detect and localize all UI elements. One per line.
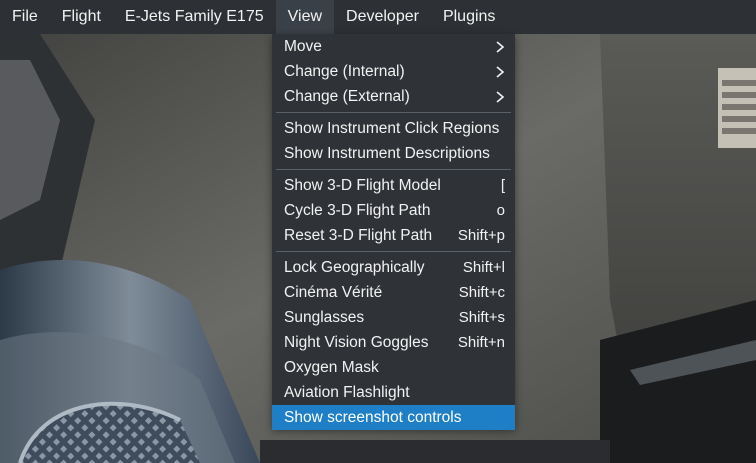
menu-item-label: Reset 3-D Flight Path xyxy=(284,227,433,244)
menu-item-move[interactable]: Move xyxy=(272,34,515,59)
menu-separator xyxy=(276,251,511,252)
menu-group-flight-model: Show 3-D Flight Model [ Cycle 3-D Flight… xyxy=(272,173,515,248)
menu-item-label: Oxygen Mask xyxy=(284,359,379,376)
menu-item-label: Night Vision Goggles xyxy=(284,334,429,351)
menu-item-shortcut: Shift+c xyxy=(458,284,505,301)
menu-item-shortcut: o xyxy=(496,202,505,219)
menu-item-shortcut: Shift+p xyxy=(457,227,505,244)
menu-item-label: Sunglasses xyxy=(284,309,365,326)
simulator-screen: File Flight E-Jets Family E175 View Deve… xyxy=(0,0,756,463)
menu-item-reset-flight-path[interactable]: Reset 3-D Flight Path Shift+p xyxy=(272,223,515,248)
menu-item-sunglasses[interactable]: Sunglasses Shift+s xyxy=(272,305,515,330)
menu-item-label: Move xyxy=(284,38,322,55)
menu-item-oxygen-mask[interactable]: Oxygen Mask xyxy=(272,355,515,380)
menu-item-shortcut: Shift+s xyxy=(458,309,505,326)
menu-item-label: Show 3-D Flight Model xyxy=(284,177,441,194)
menu-item-shortcut: [ xyxy=(500,177,505,194)
chevron-right-icon xyxy=(496,40,505,53)
menu-item-show-click-regions[interactable]: Show Instrument Click Regions xyxy=(272,116,515,141)
menu-item-night-vision[interactable]: Night Vision Goggles Shift+n xyxy=(272,330,515,355)
menu-item-show-screenshot-controls[interactable]: Show screenshot controls xyxy=(272,405,515,430)
menu-aircraft[interactable]: E-Jets Family E175 xyxy=(113,0,276,34)
menu-file[interactable]: File xyxy=(0,0,50,34)
menu-item-label: Aviation Flashlight xyxy=(284,384,410,401)
menu-item-change-external[interactable]: Change (External) xyxy=(272,84,515,109)
menu-item-cycle-flight-path[interactable]: Cycle 3-D Flight Path o xyxy=(272,198,515,223)
menu-item-label: Cycle 3-D Flight Path xyxy=(284,202,431,219)
menu-separator xyxy=(276,112,511,113)
menu-flight[interactable]: Flight xyxy=(50,0,113,34)
menu-item-aviation-flashlight[interactable]: Aviation Flashlight xyxy=(272,380,515,405)
view-menu-dropdown: Move Change (Internal) Change (External)… xyxy=(272,34,515,430)
menu-item-label: Change (Internal) xyxy=(284,63,405,80)
menu-item-lock-geographically[interactable]: Lock Geographically Shift+l xyxy=(272,255,515,280)
menu-item-shortcut: Shift+n xyxy=(457,334,505,351)
menu-view[interactable]: View xyxy=(275,0,335,34)
menu-item-change-internal[interactable]: Change (Internal) xyxy=(272,59,515,84)
menu-item-label: Cinéma Vérité xyxy=(284,284,383,301)
menu-group-camera: Move Change (Internal) Change (External) xyxy=(272,34,515,109)
menu-item-show-flight-model[interactable]: Show 3-D Flight Model [ xyxy=(272,173,515,198)
menu-group-view-effects: Lock Geographically Shift+l Cinéma Vérit… xyxy=(272,255,515,430)
menu-item-shortcut: Shift+l xyxy=(462,259,505,276)
menu-developer[interactable]: Developer xyxy=(334,0,431,34)
menu-plugins[interactable]: Plugins xyxy=(431,0,507,34)
menu-group-instruments: Show Instrument Click Regions Show Instr… xyxy=(272,116,515,166)
chevron-right-icon xyxy=(496,65,505,78)
menu-bar: File Flight E-Jets Family E175 View Deve… xyxy=(0,0,756,34)
menu-item-label: Lock Geographically xyxy=(284,259,425,276)
menu-item-cinema-verite[interactable]: Cinéma Vérité Shift+c xyxy=(272,280,515,305)
menu-item-label: Show screenshot controls xyxy=(284,409,462,426)
menu-item-label: Change (External) xyxy=(284,88,410,105)
menu-item-label: Show Instrument Click Regions xyxy=(284,120,500,137)
menu-item-show-descriptions[interactable]: Show Instrument Descriptions xyxy=(272,141,515,166)
menu-separator xyxy=(276,169,511,170)
menu-item-label: Show Instrument Descriptions xyxy=(284,145,490,162)
chevron-right-icon xyxy=(496,90,505,103)
